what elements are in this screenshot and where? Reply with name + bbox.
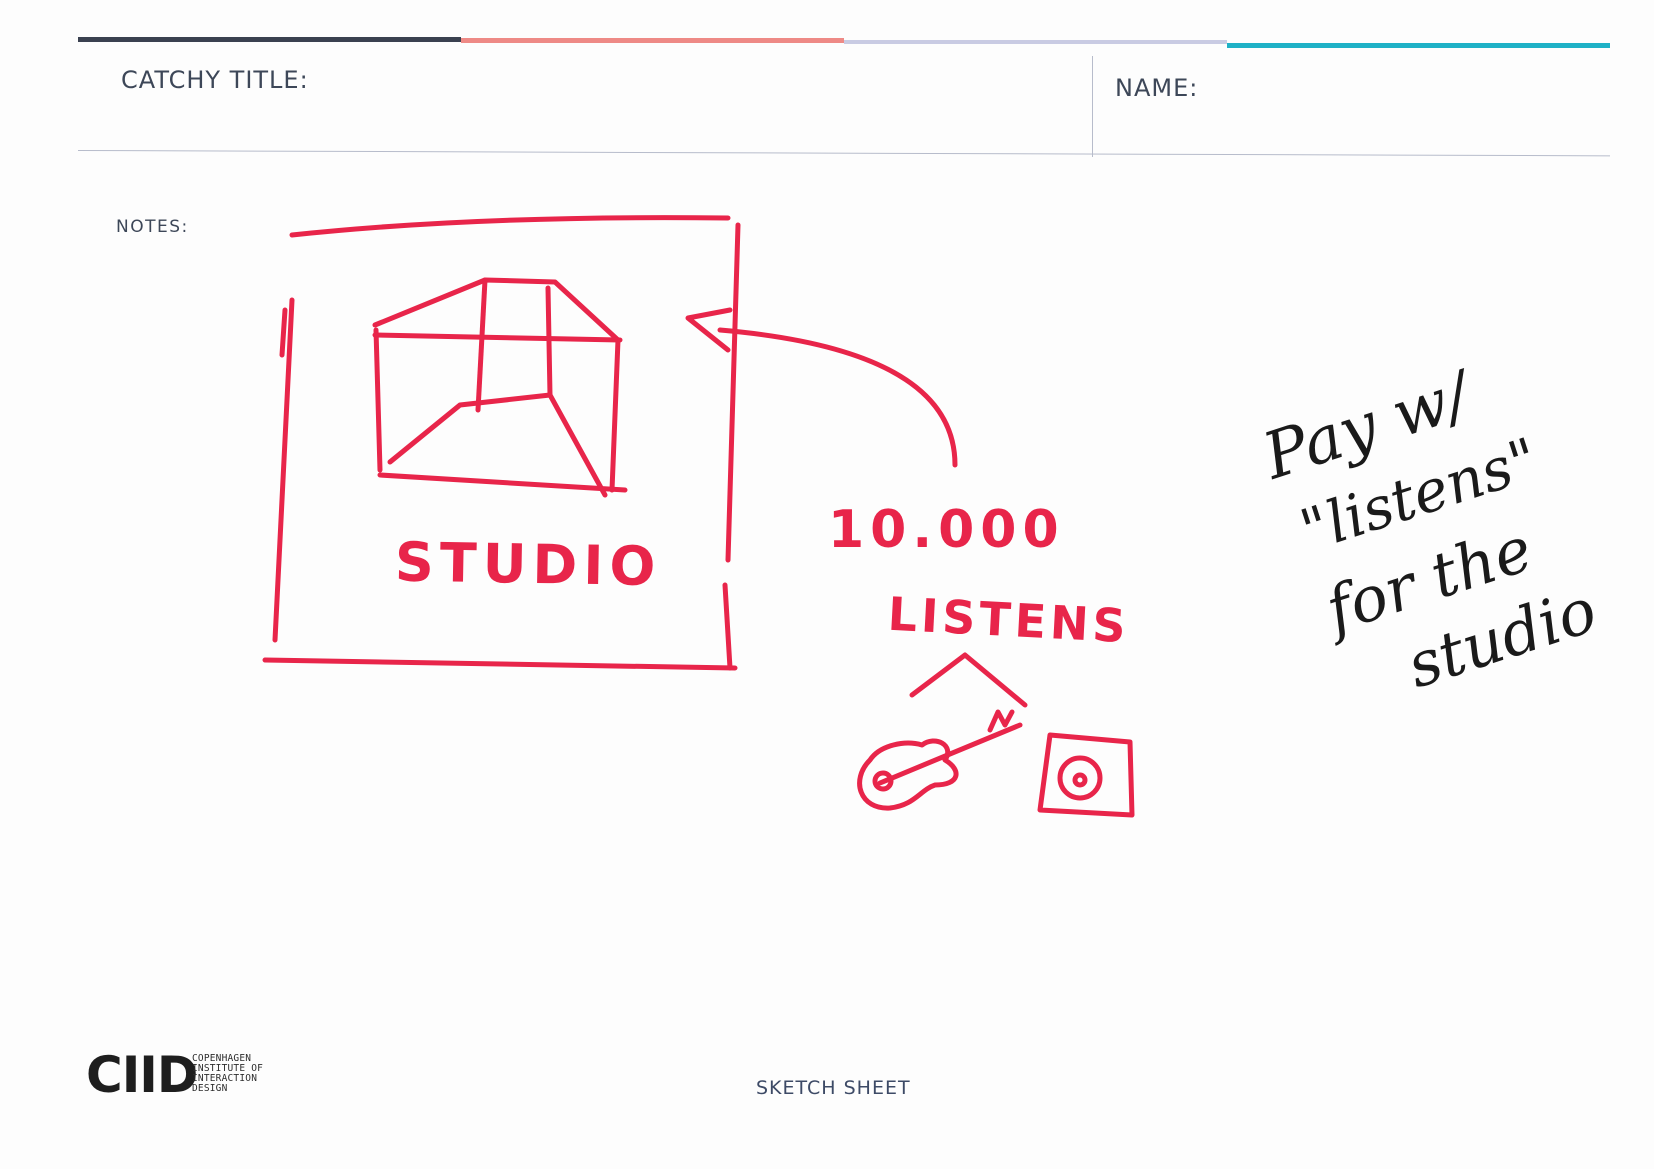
studio-room-icon (372, 277, 628, 498)
speaker-icon (1037, 732, 1135, 818)
sketch-sheet-label: SKETCH SHEET (756, 1077, 911, 1099)
guitar-icon (857, 709, 1023, 811)
sketch-drawing: STUDIO 10.000 LISTENS Pay w/ "listens" f… (262, 215, 1605, 818)
studio-box (262, 215, 741, 671)
logo-subtext: COPENHAGEN INSTITUTE OF INTERACTION DESI… (192, 1053, 264, 1094)
listens-label: LISTENS (887, 587, 1131, 654)
ciid-logo: CIID COPENHAGEN INSTITUTE OF INTERACTION… (86, 1046, 263, 1104)
logo-wordmark: CIID (86, 1046, 198, 1104)
studio-label: STUDIO (394, 531, 661, 599)
handwritten-note: Pay w/ "listens" for the studio (1254, 357, 1605, 702)
arrow-icon (685, 307, 958, 468)
chevron-up-icon (909, 652, 1028, 708)
listens-count: 10.000 (828, 500, 1065, 560)
